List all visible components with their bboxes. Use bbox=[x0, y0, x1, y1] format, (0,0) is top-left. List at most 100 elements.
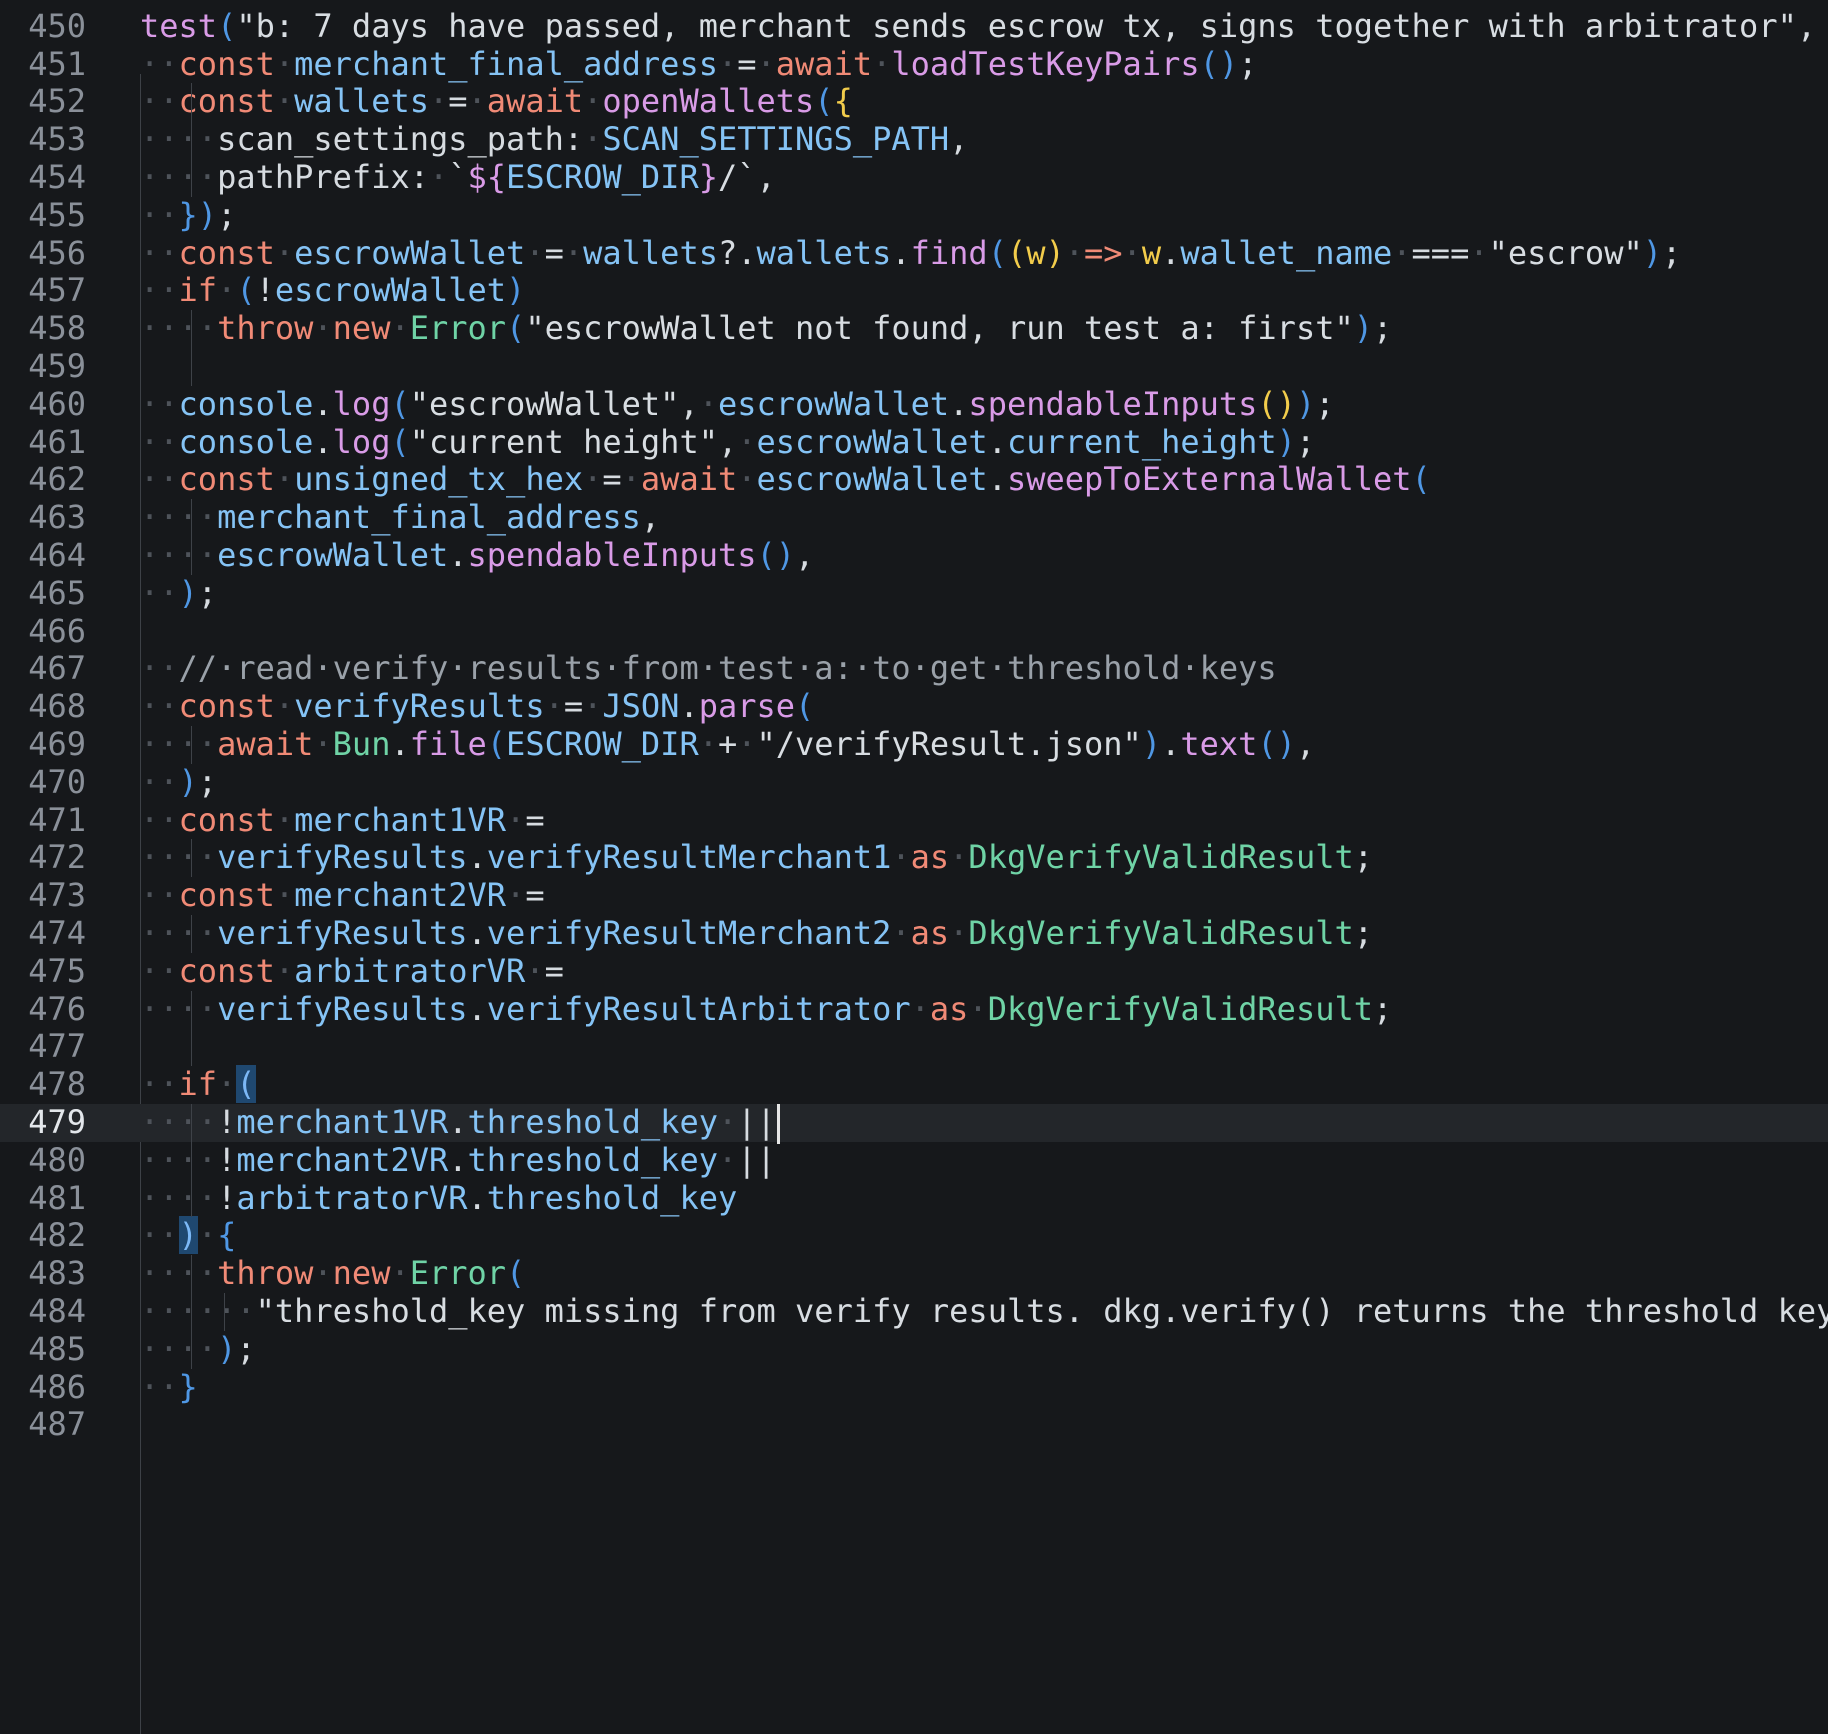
code-text[interactable]: ··const·merchant2VR·= bbox=[140, 876, 545, 915]
line-number: 470 bbox=[28, 762, 86, 801]
line-number: 478 bbox=[28, 1065, 86, 1104]
line-number: 450 bbox=[28, 6, 86, 45]
indent-guide bbox=[191, 726, 193, 764]
code-line[interactable]: 473 ··const·merchant2VR·= bbox=[0, 876, 1828, 915]
code-text[interactable]: ····pathPrefix:·`${ESCROW_DIR}/`, bbox=[140, 158, 776, 197]
line-number: 465 bbox=[28, 573, 86, 612]
code-line[interactable]: 458 ····throw·new·Error("escrowWallet not… bbox=[0, 309, 1828, 348]
code-line[interactable]: 481 ····!arbitratorVR.threshold_key bbox=[0, 1178, 1828, 1218]
code-line[interactable]: 450 test("b: 7 days have passed, merchant… bbox=[0, 6, 1828, 46]
code-text[interactable]: ··const·unsigned_tx_hex·=·await·escrowWa… bbox=[140, 460, 1431, 499]
code-line[interactable]: 455 ··}); bbox=[0, 196, 1828, 235]
code-text[interactable]: ····!merchant1VR.threshold_key·|| bbox=[140, 1103, 780, 1144]
code-text[interactable]: ··const·merchant_final_address·=·await·l… bbox=[140, 45, 1257, 84]
code-text[interactable]: test("b: 7 days have passed, merchant se… bbox=[140, 7, 1816, 46]
code-line[interactable]: 486 ··} bbox=[0, 1368, 1828, 1407]
code-line[interactable]: 480 ····!merchant2VR.threshold_key·|| bbox=[0, 1141, 1828, 1180]
code-line[interactable]: 470 ··); bbox=[0, 762, 1828, 802]
code-line[interactable]: 485 ····); bbox=[0, 1330, 1828, 1369]
code-text[interactable]: ····verifyResults.verifyResultMerchant1·… bbox=[140, 838, 1373, 877]
code-line[interactable]: 459 bbox=[0, 347, 1828, 386]
indent-guide bbox=[224, 1293, 226, 1331]
code-line[interactable]: 477 bbox=[0, 1028, 1828, 1066]
code-text[interactable]: ··const·escrowWallet·=·wallets?.wallets.… bbox=[140, 234, 1681, 273]
indent-guide bbox=[191, 839, 193, 878]
line-number: 451 bbox=[28, 44, 86, 83]
indent-guide bbox=[191, 310, 193, 386]
code-text[interactable]: ··//·read·verify·results·from·test·a:·to… bbox=[140, 649, 1277, 688]
code-text[interactable]: ··const·verifyResults·=·JSON.parse( bbox=[140, 687, 814, 726]
indent-guide bbox=[191, 83, 193, 197]
line-number: 479 bbox=[28, 1103, 86, 1141]
code-line[interactable]: 454 ····pathPrefix:·`${ESCROW_DIR}/`, bbox=[0, 158, 1828, 197]
code-text[interactable]: ····!merchant2VR.threshold_key·|| bbox=[140, 1141, 776, 1180]
code-text[interactable]: ····throw·new·Error("escrowWallet not fo… bbox=[140, 309, 1392, 348]
code-text[interactable]: ··)·{ bbox=[140, 1216, 236, 1255]
code-line[interactable]: 484 ······"threshold_key missing from ver… bbox=[0, 1292, 1828, 1331]
indent-guide bbox=[191, 499, 193, 575]
code-line[interactable]: 464 ····escrowWallet.spendableInputs(), bbox=[0, 536, 1828, 575]
code-text[interactable]: ····); bbox=[140, 1330, 256, 1369]
indent-guide bbox=[191, 1104, 193, 1218]
code-text[interactable]: ··const·wallets·=·await·openWallets({ bbox=[140, 82, 853, 121]
code-line[interactable]: 463 ····merchant_final_address, bbox=[0, 498, 1828, 537]
code-text[interactable]: ··); bbox=[140, 763, 217, 802]
code-line[interactable]: 478 ··if·( bbox=[0, 1065, 1828, 1104]
code-text[interactable]: ··const·arbitratorVR·= bbox=[140, 952, 564, 991]
line-number: 487 bbox=[28, 1405, 86, 1444]
line-number: 484 bbox=[28, 1292, 86, 1330]
code-line[interactable]: 483 ····throw·new·Error( bbox=[0, 1254, 1828, 1293]
code-text[interactable]: ··console.log("escrowWallet",·escrowWall… bbox=[140, 385, 1334, 424]
line-number: 452 bbox=[28, 82, 86, 121]
code-line[interactable]: 471 ··const·merchant1VR·= bbox=[0, 800, 1828, 840]
code-line[interactable]: 476 ····verifyResults.verifyResultArbitra… bbox=[0, 989, 1828, 1029]
indent-guide bbox=[191, 915, 193, 953]
code-line[interactable]: 462 ··const·unsigned_tx_hex·=·await·escro… bbox=[0, 460, 1828, 499]
code-line[interactable]: 466 bbox=[0, 612, 1828, 651]
line-number: 459 bbox=[28, 347, 86, 385]
code-line[interactable]: 474 ····verifyResults.verifyResultMerchan… bbox=[0, 914, 1828, 953]
code-line[interactable]: 482 ··)·{ bbox=[0, 1216, 1828, 1255]
code-text[interactable]: ····escrowWallet.spendableInputs(), bbox=[140, 536, 814, 575]
code-line[interactable]: 461 ··console.log("current height",·escro… bbox=[0, 423, 1828, 462]
code-text[interactable]: ····verifyResults.verifyResultArbitrator… bbox=[140, 990, 1392, 1029]
code-text[interactable]: ······"threshold_key missing from verify… bbox=[140, 1292, 1828, 1331]
code-line[interactable]: 457 ··if·(!escrowWallet) bbox=[0, 271, 1828, 310]
code-line[interactable]: 451 ··const·merchant_final_address·=·awai… bbox=[0, 44, 1828, 84]
code-line[interactable]: 465 ··); bbox=[0, 573, 1828, 613]
line-number: 456 bbox=[28, 233, 86, 272]
code-text[interactable]: ····verifyResults.verifyResultMerchant2·… bbox=[140, 914, 1373, 953]
code-line[interactable]: 475 ··const·arbitratorVR·= bbox=[0, 952, 1828, 991]
code-text[interactable]: ··} bbox=[140, 1368, 198, 1407]
code-text[interactable]: ····scan_settings_path:·SCAN_SETTINGS_PA… bbox=[140, 120, 968, 159]
line-number: 454 bbox=[28, 158, 86, 196]
line-number: 476 bbox=[28, 989, 86, 1028]
code-line[interactable]: 468 ··const·verifyResults·=·JSON.parse( bbox=[0, 687, 1828, 726]
line-number: 471 bbox=[28, 800, 86, 839]
line-number: 468 bbox=[28, 687, 86, 726]
code-text[interactable]: ··); bbox=[140, 574, 217, 613]
code-text[interactable]: ····await·Bun.file(ESCROW_DIR·+·"/verify… bbox=[140, 725, 1315, 764]
code-text[interactable]: ··}); bbox=[140, 196, 236, 235]
code-editor[interactable]: 449450test("b: 7 days have passed, merch… bbox=[0, 0, 1828, 1734]
code-text[interactable]: ··if·( bbox=[140, 1065, 256, 1104]
code-line[interactable]: 472 ····verifyResults.verifyResultMerchan… bbox=[0, 838, 1828, 877]
code-text[interactable]: ····!arbitratorVR.threshold_key bbox=[140, 1179, 737, 1218]
code-line[interactable]: 487 bbox=[0, 1406, 1828, 1444]
code-line[interactable]: 467 ··//·read·verify·results·from·test·a:… bbox=[0, 649, 1828, 688]
code-text[interactable]: ····throw·new·Error( bbox=[140, 1254, 525, 1293]
line-number: 481 bbox=[28, 1178, 86, 1217]
code-text[interactable]: ··const·merchant1VR·= bbox=[140, 801, 545, 840]
indent-guide bbox=[191, 990, 193, 1067]
code-line[interactable]: 469 ····await·Bun.file(ESCROW_DIR·+·"/ver… bbox=[0, 725, 1828, 764]
line-number: 457 bbox=[28, 271, 86, 310]
code-text[interactable]: ····merchant_final_address, bbox=[140, 498, 660, 537]
code-line[interactable]: 452 ··const·wallets·=·await·openWallets({ bbox=[0, 82, 1828, 121]
line-number: 483 bbox=[28, 1254, 86, 1293]
code-line[interactable]: 456 ··const·escrowWallet·=·wallets?.walle… bbox=[0, 233, 1828, 273]
code-line[interactable]: 479 ····!merchant1VR.threshold_key·|| bbox=[0, 1103, 1828, 1144]
code-text[interactable]: ··console.log("current height",·escrowWa… bbox=[140, 423, 1315, 462]
code-line[interactable]: 460 ··console.log("escrowWallet",·escrowW… bbox=[0, 385, 1828, 424]
code-line[interactable]: 453 ····scan_settings_path:·SCAN_SETTINGS… bbox=[0, 120, 1828, 159]
code-text[interactable]: ··if·(!escrowWallet) bbox=[140, 271, 525, 310]
